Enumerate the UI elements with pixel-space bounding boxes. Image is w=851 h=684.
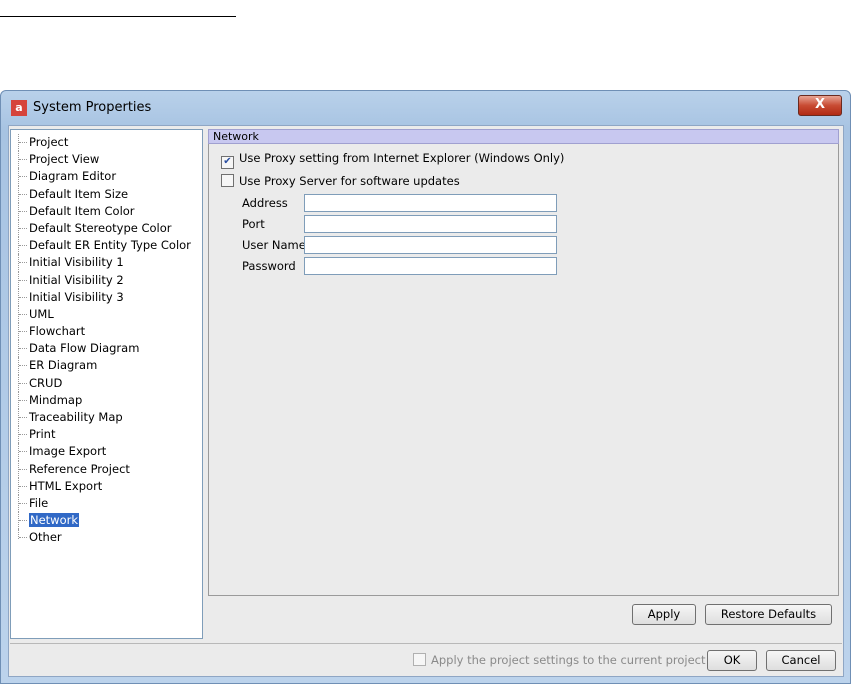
tree-item-other[interactable]: Other: [11, 529, 202, 546]
password-input[interactable]: [304, 257, 557, 275]
cancel-button[interactable]: Cancel: [766, 650, 836, 671]
use-proxy-server-label: Use Proxy Server for software updates: [239, 174, 460, 188]
tree-item-label: Traceability Map: [29, 410, 123, 424]
tree-item-network[interactable]: Network: [11, 512, 202, 530]
tree-item-image-export[interactable]: Image Export: [11, 443, 202, 461]
app-icon: a: [11, 100, 27, 116]
tree-item-label: HTML Export: [29, 478, 103, 493]
tree-item-label: Reference Project: [29, 461, 130, 476]
dialog-client: Project Project View Diagram Editor Default…: [8, 125, 844, 677]
tree-item-label: Initial Visibility 1: [29, 255, 124, 270]
tree-item-html-export[interactable]: HTML Export: [11, 477, 202, 496]
tree-item-project-view[interactable]: Project View: [11, 151, 202, 169]
panel-header: Network: [208, 129, 839, 144]
apply-project-checkbox[interactable]: [413, 653, 426, 666]
tree-item-label: Data Flow Diagram: [29, 341, 140, 356]
tree-item-label: Network: [29, 513, 80, 528]
tree-item-flowchart[interactable]: Flowchart: [11, 323, 202, 341]
tree-item-label: Image Export: [29, 444, 107, 459]
tree-item-file[interactable]: File: [11, 494, 202, 513]
use-ie-proxy-checkbox[interactable]: ✔: [221, 156, 234, 169]
category-tree[interactable]: Project Project View Diagram Editor Default…: [10, 129, 203, 639]
tree-item-label: Project: [29, 135, 69, 149]
tree-item-label: Print: [29, 427, 56, 442]
tree-item-project[interactable]: Project: [11, 134, 202, 152]
tree-item-label: Default Item Size: [29, 186, 129, 201]
tree-item-uml[interactable]: UML: [11, 305, 202, 324]
apply-button[interactable]: Apply: [632, 604, 696, 625]
tree-item-initial-visibility-2[interactable]: Initial Visibility 2: [11, 271, 202, 289]
tree-item-label: Initial Visibility 2: [29, 272, 124, 287]
dialog-footer: Apply the project settings to the curren…: [10, 643, 842, 676]
tree-item-diagram-editor[interactable]: Diagram Editor: [11, 168, 202, 186]
tree-item-label: CRUD: [29, 375, 63, 390]
network-panel: Network ✔ Use Proxy setting from Internet…: [208, 129, 839, 639]
tree-item-label: Project View: [29, 152, 100, 167]
use-proxy-server-checkbox[interactable]: [221, 174, 234, 187]
tree-item-print[interactable]: Print: [11, 426, 202, 444]
tree-item-label: ER Diagram: [29, 358, 98, 373]
ok-button[interactable]: OK: [707, 650, 757, 671]
address-input[interactable]: [304, 194, 557, 212]
port-label: Port: [242, 217, 265, 231]
tree-item-default-stereotype-color[interactable]: Default Stereotype Color: [11, 219, 202, 238]
tree-item-initial-visibility-3[interactable]: Initial Visibility 3: [11, 288, 202, 307]
tree-item-reference-project[interactable]: Reference Project: [11, 460, 202, 478]
tree-item-label: Flowchart: [29, 324, 86, 339]
tree-item-label: Default ER Entity Type Color: [29, 238, 191, 253]
window-title: System Properties: [33, 100, 152, 115]
tree-item-mindmap[interactable]: Mindmap: [11, 391, 202, 410]
tree-item-default-item-color[interactable]: Default Item Color: [11, 202, 202, 221]
tree-item-label: Mindmap: [29, 392, 83, 407]
use-ie-proxy-label: Use Proxy setting from Internet Explorer…: [239, 151, 565, 165]
tree-item-default-er-entity-type-color[interactable]: Default ER Entity Type Color: [11, 237, 202, 255]
tree-item-label: Diagram Editor: [29, 169, 117, 184]
apply-project-label: Apply the project settings to the curren…: [431, 653, 706, 667]
tree-item-label: File: [29, 495, 49, 510]
top-rule: [0, 16, 236, 17]
apply-project-row[interactable]: Apply the project settings to the curren…: [413, 653, 706, 667]
tree-item-initial-visibility-1[interactable]: Initial Visibility 1: [11, 254, 202, 272]
use-proxy-server-row[interactable]: Use Proxy Server for software updates: [221, 173, 460, 189]
restore-defaults-button[interactable]: Restore Defaults: [705, 604, 832, 625]
tree-list: Project Project View Diagram Editor Default…: [11, 134, 202, 547]
tree-item-er-diagram[interactable]: ER Diagram: [11, 357, 202, 375]
tree-item-default-item-size[interactable]: Default Item Size: [11, 185, 202, 203]
panel-body: ✔ Use Proxy setting from Internet Explore…: [208, 144, 839, 596]
address-label: Address: [242, 196, 288, 210]
tree-item-label: Default Item Color: [29, 203, 135, 218]
tree-item-label: Default Stereotype Color: [29, 220, 172, 235]
use-ie-proxy-row[interactable]: ✔ Use Proxy setting from Internet Explore…: [221, 150, 565, 169]
tree-item-label: Initial Visibility 3: [29, 289, 124, 304]
tree-item-data-flow-diagram[interactable]: Data Flow Diagram: [11, 340, 202, 358]
system-properties-window: a System Properties X Project Project Vie…: [0, 90, 851, 684]
tree-item-traceability-map[interactable]: Traceability Map: [11, 409, 202, 427]
user-name-input[interactable]: [304, 236, 557, 254]
user-name-label: User Name: [242, 238, 306, 252]
tree-item-label: Other: [29, 530, 62, 545]
password-label: Password: [242, 259, 296, 273]
tree-item-crud[interactable]: CRUD: [11, 374, 202, 393]
title-bar[interactable]: a System Properties X: [1, 91, 850, 125]
tree-item-label: UML: [29, 306, 54, 321]
port-input[interactable]: [304, 215, 557, 233]
close-button[interactable]: X: [798, 95, 842, 116]
